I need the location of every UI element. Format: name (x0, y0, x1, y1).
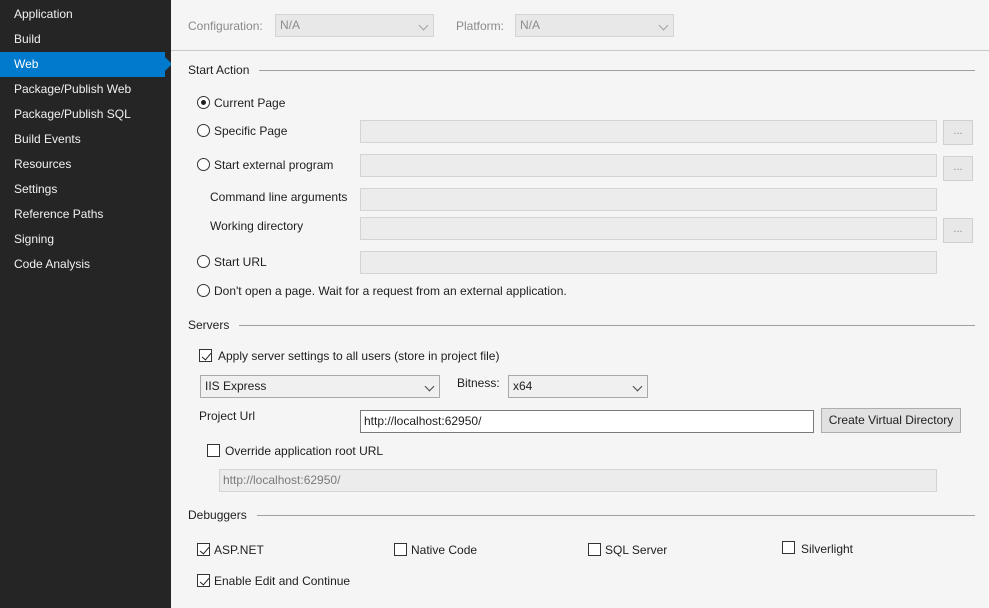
radio-current-page[interactable] (197, 96, 210, 109)
sql-server-debugger-checkbox[interactable] (588, 543, 601, 556)
radio-specific-page[interactable] (197, 124, 210, 137)
project-url-input[interactable]: http://localhost:62950/ (360, 410, 814, 433)
external-program-browse-button[interactable]: ... (943, 156, 973, 181)
specific-page-label: Specific Page (214, 124, 288, 138)
debuggers-header: Debuggers (188, 508, 975, 522)
sidebar-item-package-publish-sql[interactable]: Package/Publish SQL (0, 102, 165, 127)
web-properties-page: Configuration: N/A Platform: N/A Start A… (171, 0, 989, 608)
apply-server-settings-checkbox[interactable] (199, 349, 212, 362)
command-line-arguments-label: Command line arguments (210, 190, 348, 204)
configuration-value: N/A (280, 18, 301, 32)
sidebar-item-package-publish-web[interactable]: Package/Publish Web (0, 77, 165, 102)
section-divider (188, 70, 975, 71)
native-code-debugger-label: Native Code (411, 543, 478, 557)
override-root-url-checkbox[interactable] (207, 444, 220, 457)
chevron-down-icon (632, 381, 643, 392)
sidebar-item-build-events[interactable]: Build Events (0, 127, 165, 152)
sidebar-item-settings[interactable]: Settings (0, 177, 165, 202)
platform-value: N/A (520, 18, 541, 32)
start-url-label: Start URL (214, 255, 267, 269)
chevron-down-icon (424, 381, 435, 392)
bitness-value: x64 (513, 379, 533, 393)
external-program-input[interactable] (360, 154, 937, 177)
silverlight-debugger-label: Silverlight (801, 542, 854, 556)
server-value: IIS Express (205, 379, 267, 393)
sidebar-item-resources[interactable]: Resources (0, 152, 165, 177)
top-divider (171, 50, 989, 51)
bitness-label: Bitness: (457, 376, 500, 390)
sidebar-item-application[interactable]: Application (0, 2, 165, 27)
chevron-down-icon (418, 20, 429, 31)
specific-page-input[interactable] (360, 120, 937, 143)
sidebar-item-signing[interactable]: Signing (0, 227, 165, 252)
chevron-down-icon (658, 20, 669, 31)
sidebar: Application Build Web Package/Publish We… (0, 0, 172, 608)
aspnet-debugger-label: ASP.NET (214, 543, 264, 557)
debuggers-title: Debuggers (188, 508, 257, 522)
sidebar-item-reference-paths[interactable]: Reference Paths (0, 202, 165, 227)
start-url-input[interactable] (360, 251, 937, 274)
project-url-label: Project Url (199, 409, 256, 423)
dont-open-page-label: Don't open a page. Wait for a request fr… (214, 284, 567, 298)
current-page-label: Current Page (214, 96, 286, 110)
working-directory-browse-button[interactable]: ... (943, 218, 973, 243)
section-divider (188, 325, 975, 326)
radio-start-external-program[interactable] (197, 158, 210, 171)
working-directory-input[interactable] (360, 217, 937, 240)
servers-title: Servers (188, 318, 240, 332)
apply-server-settings-label: Apply server settings to all users (stor… (218, 349, 500, 363)
edit-and-continue-label: Enable Edit and Continue (214, 574, 351, 588)
edit-and-continue-checkbox[interactable] (197, 574, 210, 587)
bitness-select[interactable]: x64 (508, 375, 648, 398)
start-action-title: Start Action (188, 63, 260, 77)
sql-server-debugger-label: SQL Server (605, 543, 668, 557)
sidebar-item-web[interactable]: Web (0, 52, 172, 77)
configuration-label: Configuration: (188, 19, 263, 33)
sidebar-item-code-analysis[interactable]: Code Analysis (0, 252, 165, 277)
sidebar-item-build[interactable]: Build (0, 27, 165, 52)
aspnet-debugger-checkbox[interactable] (197, 543, 210, 556)
configuration-select[interactable]: N/A (275, 14, 434, 37)
create-virtual-directory-button[interactable]: Create Virtual Directory (821, 408, 961, 433)
platform-select[interactable]: N/A (515, 14, 674, 37)
working-directory-label: Working directory (210, 219, 304, 233)
servers-header: Servers (188, 318, 975, 332)
server-select[interactable]: IIS Express (200, 375, 440, 398)
radio-start-url[interactable] (197, 255, 210, 268)
radio-dont-open-page[interactable] (197, 284, 210, 297)
silverlight-debugger-checkbox[interactable] (782, 541, 795, 554)
start-action-header: Start Action (188, 63, 975, 77)
platform-label: Platform: (456, 19, 505, 33)
override-root-url-label: Override application root URL (225, 444, 384, 458)
section-divider (188, 515, 975, 516)
start-external-program-label: Start external program (214, 158, 334, 172)
native-code-debugger-checkbox[interactable] (394, 543, 407, 556)
override-root-url-input[interactable]: http://localhost:62950/ (219, 469, 937, 492)
command-line-arguments-input[interactable] (360, 188, 937, 211)
specific-page-browse-button[interactable]: ... (943, 120, 973, 145)
